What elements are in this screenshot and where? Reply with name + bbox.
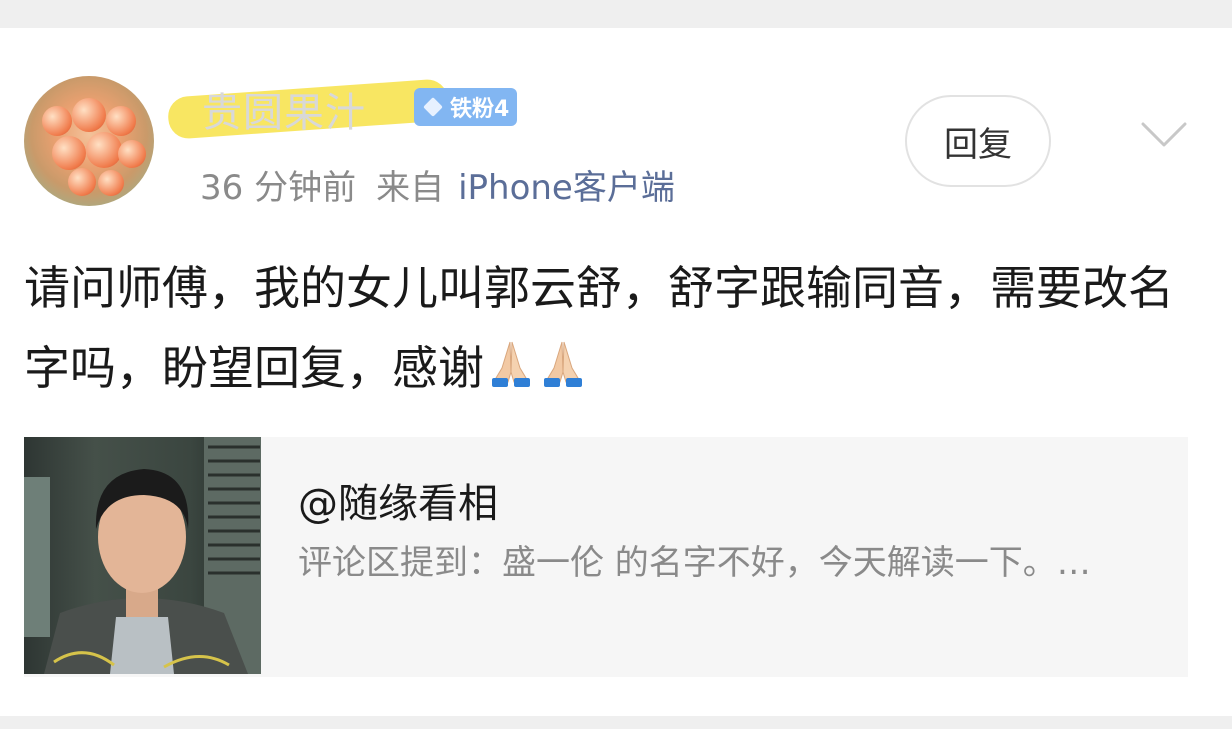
avatar-fruit (52, 136, 86, 170)
avatar-fruit (98, 170, 124, 196)
avatar-fruit (42, 106, 72, 136)
fan-badge[interactable]: 铁粉4 (414, 88, 518, 126)
avatar-fruit (72, 98, 106, 132)
quoted-post-description: 评论区提到：盛一伦 的名字不好，今天解读一下。… (298, 543, 1091, 583)
badge-diamond-icon (423, 97, 443, 117)
avatar-fruit (106, 106, 136, 136)
person-photo-icon (24, 437, 261, 674)
comment-text-block: 请问师傅，我的女儿叫郭云舒，舒字跟输同音，需要改名字吗，盼望回复，感谢 (24, 248, 1204, 412)
badge-label: 铁粉4 (450, 97, 510, 122)
quoted-post-card[interactable]: @随缘看相 评论区提到：盛一伦 的名字不好，今天解读一下。… (24, 437, 1188, 677)
source-label: 来自 (376, 168, 445, 208)
quoted-post-thumbnail[interactable] (24, 437, 261, 674)
avatar[interactable] (24, 76, 154, 206)
comment-text: 请问师傅，我的女儿叫郭云舒，舒字跟输同音，需要改名字吗，盼望回复，感谢 (24, 261, 1174, 395)
username-area: 贵圆果汁 铁粉4 (166, 68, 528, 140)
pray-emoji-icon (486, 332, 536, 412)
username[interactable]: 贵圆果汁 (202, 80, 366, 138)
pray-emoji-icon (538, 332, 588, 412)
reply-button[interactable]: 回复 (905, 95, 1051, 187)
source-client[interactable]: iPhone客户端 (458, 168, 675, 208)
avatar-fruit (86, 132, 122, 168)
avatar-fruit (68, 168, 96, 196)
comment-time: 36 分钟前 (200, 168, 357, 208)
quoted-post-title[interactable]: @随缘看相 (298, 471, 498, 529)
comment-meta: 36 分钟前 来自 iPhone客户端 (200, 160, 675, 209)
comment-card: 贵圆果汁 铁粉4 36 分钟前 来自 iPhone客户端 回复 请问师傅，我的女儿叫… (0, 28, 1232, 716)
avatar-fruit (118, 140, 146, 168)
chevron-down-icon[interactable] (1140, 120, 1188, 150)
